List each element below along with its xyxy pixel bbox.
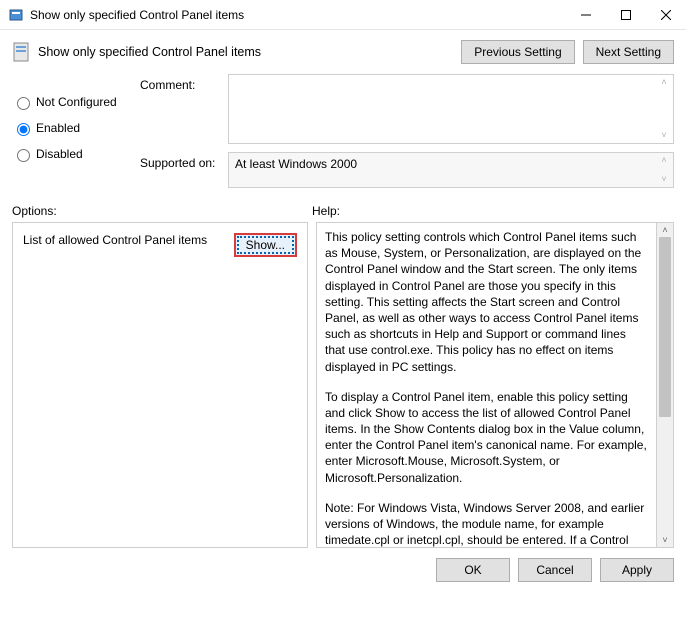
scroll-up-icon: ˄: [657, 223, 673, 237]
next-setting-button[interactable]: Next Setting: [583, 40, 674, 64]
show-button[interactable]: Show...: [234, 233, 297, 257]
radio-label: Enabled: [36, 121, 80, 135]
supported-on-label: Supported on:: [140, 152, 228, 188]
radio-label: Not Configured: [36, 95, 117, 109]
ok-button[interactable]: OK: [436, 558, 510, 582]
cancel-button[interactable]: Cancel: [518, 558, 592, 582]
options-list-label: List of allowed Control Panel items: [23, 233, 234, 247]
options-panel: List of allowed Control Panel items Show…: [12, 222, 308, 548]
close-button[interactable]: [646, 1, 686, 29]
comment-label: Comment:: [140, 74, 228, 144]
radio-disabled[interactable]: Disabled: [12, 146, 140, 162]
scroll-down-icon: ˅: [657, 533, 673, 547]
radio-enabled[interactable]: Enabled: [12, 120, 140, 136]
help-scrollbar[interactable]: ˄ ˅: [657, 222, 674, 548]
help-label: Help:: [312, 204, 674, 218]
state-radio-group: Not Configured Enabled Disabled: [12, 74, 140, 196]
help-panel: This policy setting controls which Contr…: [316, 222, 657, 548]
app-icon: [8, 7, 24, 23]
apply-button[interactable]: Apply: [600, 558, 674, 582]
policy-title: Show only specified Control Panel items: [38, 45, 453, 59]
title-bar: Show only specified Control Panel items: [0, 0, 686, 30]
help-paragraph: Note: For Windows Vista, Windows Server …: [325, 500, 648, 548]
header-row: Show only specified Control Panel items …: [0, 30, 686, 70]
window-title: Show only specified Control Panel items: [30, 8, 566, 22]
supported-on-value: At least Windows 2000: [235, 157, 357, 171]
scroll-thumb[interactable]: [659, 237, 671, 417]
options-label: Options:: [12, 204, 312, 218]
help-paragraph: This policy setting controls which Contr…: [325, 229, 648, 375]
previous-setting-button[interactable]: Previous Setting: [461, 40, 574, 64]
radio-label: Disabled: [36, 147, 83, 161]
policy-icon: [12, 41, 30, 63]
comment-textarea[interactable]: ˄˅: [228, 74, 674, 144]
maximize-button[interactable]: [606, 1, 646, 29]
minimize-button[interactable]: [566, 1, 606, 29]
footer: OK Cancel Apply: [0, 548, 686, 592]
help-paragraph: To display a Control Panel item, enable …: [325, 389, 648, 486]
radio-not-configured[interactable]: Not Configured: [12, 94, 140, 110]
supported-on-box: At least Windows 2000 ˄˅: [228, 152, 674, 188]
